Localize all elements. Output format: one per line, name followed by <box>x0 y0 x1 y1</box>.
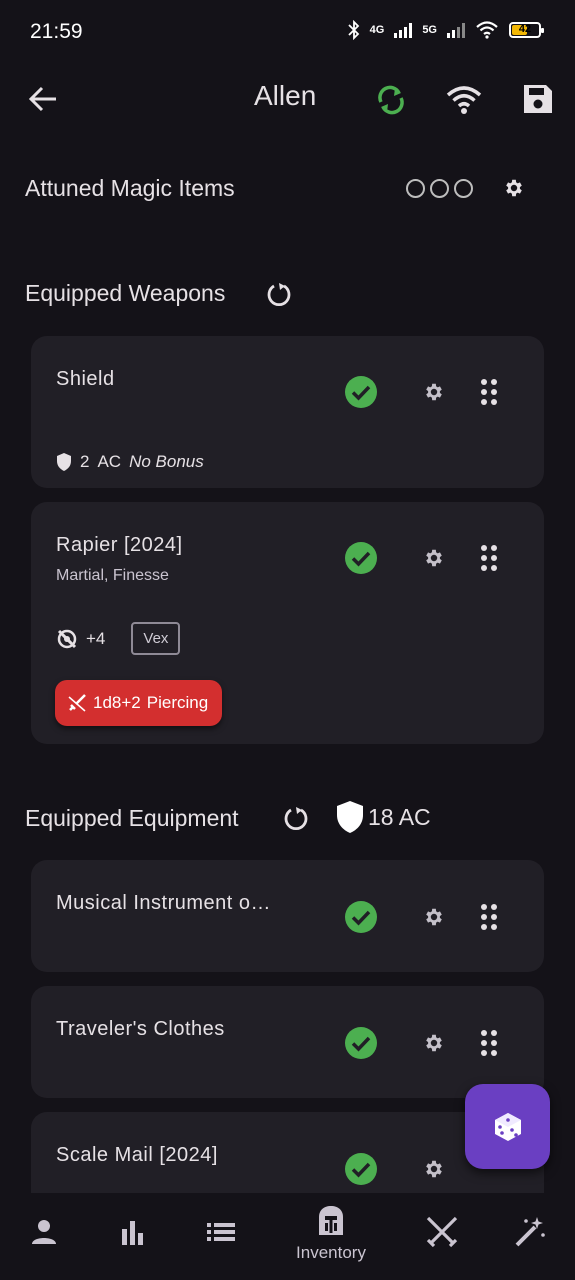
damage-type: Piercing <box>146 693 209 712</box>
item-settings-gear-icon[interactable] <box>423 1158 445 1180</box>
equipped-check-icon[interactable] <box>345 542 377 574</box>
sync-icon[interactable] <box>373 82 409 118</box>
attunement-slot <box>430 179 449 198</box>
mastery-badge[interactable]: Vex <box>131 622 181 655</box>
wifi-icon[interactable] <box>446 84 482 116</box>
app-bar: Allen <box>0 66 575 130</box>
attunement-slot <box>454 179 473 198</box>
shield-icon <box>337 801 363 833</box>
page-title: Allen <box>254 80 317 111</box>
nav-item-stats[interactable] <box>103 1205 163 1275</box>
item-name: Rapier [2024] <box>56 534 183 556</box>
save-icon[interactable] <box>521 82 555 116</box>
drag-handle-icon[interactable] <box>481 1030 497 1056</box>
total-ac: 18 AC <box>368 803 431 830</box>
nav-item-spells[interactable] <box>500 1205 560 1275</box>
drag-handle-icon[interactable] <box>481 379 497 405</box>
weapon-card-rapier[interactable]: Rapier [2024] Martial, Finesse +4 Vex 1d… <box>31 502 544 744</box>
battery-icon: 42 <box>509 22 544 38</box>
network-5g-label: 5G <box>422 24 437 36</box>
signal-icon <box>394 22 413 38</box>
ac-value: 2 <box>80 452 90 471</box>
drag-handle-icon[interactable] <box>481 904 497 930</box>
signal-icon-2 <box>447 22 465 38</box>
nav-item-combat[interactable] <box>412 1205 472 1275</box>
item-name: Scale Mail [2024] <box>56 1144 218 1166</box>
item-name: Traveler's Clothes <box>56 1018 225 1040</box>
person-icon <box>32 1220 56 1244</box>
equipped-check-icon[interactable] <box>345 376 377 408</box>
item-properties: Martial, Finesse <box>56 567 169 584</box>
sword-icon <box>68 694 86 712</box>
item-settings-gear-icon[interactable] <box>423 547 445 569</box>
attack-bonus: +4 <box>86 628 106 648</box>
equipped-check-icon[interactable] <box>345 1153 377 1185</box>
shield-small-icon <box>57 453 71 471</box>
ac-bonus: No Bonus <box>129 452 204 471</box>
weapons-heading: Equipped Weapons <box>25 280 226 306</box>
item-settings-gear-icon[interactable] <box>423 381 445 403</box>
equipment-reset-icon[interactable] <box>282 804 310 832</box>
item-settings-gear-icon[interactable] <box>423 906 445 928</box>
item-name: Musical Instrument o… <box>56 892 272 914</box>
equipped-check-icon[interactable] <box>345 1027 377 1059</box>
bluetooth-icon <box>347 20 359 40</box>
dice-icon <box>494 1112 521 1141</box>
nav-item-inventory[interactable]: Inventory <box>286 1205 376 1275</box>
attuned-settings-gear-icon[interactable] <box>503 177 525 199</box>
nav-item-list[interactable] <box>191 1205 251 1275</box>
roll-dice-button[interactable] <box>465 1084 550 1169</box>
attack-bonus-icon <box>57 629 77 648</box>
crossed-swords-icon <box>426 1216 458 1248</box>
nav-label-inventory: Inventory <box>296 1243 366 1262</box>
ac-label: AC <box>97 452 122 471</box>
damage-chip[interactable]: 1d8+2 Piercing <box>55 680 223 726</box>
attack-line: +4 Vex <box>56 622 181 655</box>
attunement-slot <box>406 179 425 198</box>
list-icon <box>207 1223 235 1241</box>
battery-level: 42 <box>518 23 532 35</box>
wifi-status-icon <box>476 21 498 39</box>
equipment-ac: 18 AC <box>336 800 431 834</box>
status-bar: 21:59 4G 5G 42 <box>0 0 575 66</box>
equipment-card[interactable]: Traveler's Clothes <box>31 986 544 1098</box>
damage-dice: 1d8+2 <box>93 693 141 712</box>
attunement-slots <box>406 179 473 198</box>
back-arrow-icon[interactable] <box>26 82 60 116</box>
equipment-card[interactable]: Musical Instrument o… <box>31 860 544 972</box>
nav-item-character[interactable] <box>14 1205 74 1275</box>
helmet-icon <box>319 1206 343 1235</box>
attuned-heading: Attuned Magic Items <box>25 175 235 201</box>
equipment-heading: Equipped Equipment <box>25 805 239 831</box>
magic-wand-icon <box>515 1217 545 1247</box>
weapon-card-shield[interactable]: Shield 2 AC No Bonus <box>31 336 544 488</box>
shield-ac-line: 2 AC No Bonus <box>56 452 204 472</box>
equipped-check-icon[interactable] <box>345 901 377 933</box>
status-icons: 4G 5G 42 <box>347 20 544 40</box>
item-name: Shield <box>56 368 115 390</box>
status-time: 21:59 <box>30 20 83 43</box>
drag-handle-icon[interactable] <box>481 545 497 571</box>
item-settings-gear-icon[interactable] <box>423 1032 445 1054</box>
weapons-reset-icon[interactable] <box>265 280 293 308</box>
bottom-nav: Inventory <box>0 1193 575 1280</box>
network-4g-label: 4G <box>369 24 385 36</box>
bar-chart-icon <box>122 1221 143 1245</box>
